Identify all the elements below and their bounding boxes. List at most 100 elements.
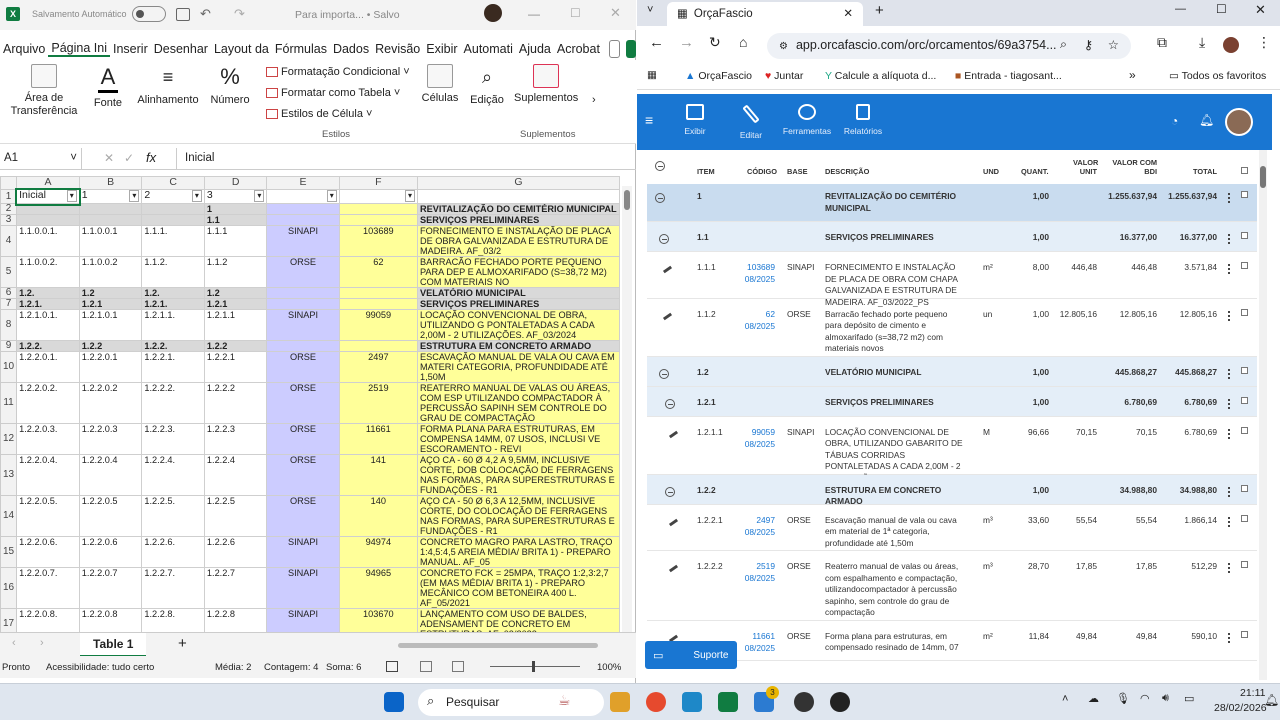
tray-chevron-icon[interactable]: ˄ bbox=[1062, 693, 1068, 705]
spreadsheet-grid[interactable]: A B C D E F G 1 Inicial ▾ 1 ▾ 2 ▾ 3 ▾ ▾ ▾ 2 1 REVITALIZAÇÃO … bbox=[0, 176, 620, 632]
minimize-icon[interactable]: — bbox=[528, 7, 540, 21]
toolbar-editar[interactable]: Editar bbox=[733, 104, 769, 140]
cell-e[interactable] bbox=[266, 203, 340, 215]
cell-d[interactable]: 1.1.1 bbox=[203, 225, 268, 257]
column-header[interactable]: E bbox=[266, 176, 340, 190]
cell-d[interactable]: 1.2.1 bbox=[203, 298, 268, 310]
cell-g[interactable]: VELATÓRIO MUNICIPAL bbox=[416, 287, 620, 299]
cell-c[interactable]: 1.2.2.2. bbox=[141, 382, 205, 424]
more-bookmarks-icon[interactable]: » bbox=[1129, 68, 1136, 82]
tab-ajuda[interactable]: Ajuda bbox=[516, 42, 554, 56]
row-header[interactable]: 1 bbox=[0, 189, 18, 204]
cell-f[interactable]: 94965 bbox=[338, 567, 418, 609]
cell-e[interactable]: ORSE bbox=[266, 423, 340, 455]
cell-c[interactable]: 1.2. bbox=[141, 287, 205, 299]
addins-button[interactable]: Suplementos bbox=[514, 64, 578, 105]
filter-header-cell[interactable]: ▾ bbox=[338, 189, 418, 204]
filter-header-cell[interactable]: 1 ▾ bbox=[78, 189, 143, 204]
tab-layout[interactable]: Layout da bbox=[211, 42, 272, 56]
clock-date[interactable]: 28/02/2026 bbox=[1214, 702, 1267, 714]
close-icon[interactable]: ✕ bbox=[610, 5, 621, 21]
budget-row[interactable]: 1.2.2.2 2519 08/2025 ORSE Reaterro manual de… bbox=[647, 551, 1257, 621]
cell-f[interactable]: 103689 bbox=[338, 225, 418, 257]
filter-dropdown-icon[interactable]: ▾ bbox=[404, 190, 415, 202]
cell-d[interactable]: 1.2.2 bbox=[203, 340, 268, 352]
cell-b[interactable]: 1.2.2.0.2 bbox=[78, 382, 143, 424]
edit-pencil-icon[interactable] bbox=[668, 564, 679, 573]
row-header[interactable]: 2 bbox=[0, 203, 18, 215]
row-menu-kebab-icon[interactable] bbox=[1228, 310, 1230, 321]
row-header[interactable]: 16 bbox=[0, 567, 18, 609]
cell-e[interactable]: ORSE bbox=[266, 351, 340, 383]
site-info-icon[interactable]: ⚙ bbox=[779, 41, 788, 52]
cells-button[interactable]: Células bbox=[418, 64, 462, 105]
back-icon[interactable]: ← bbox=[649, 34, 664, 51]
column-header[interactable]: C bbox=[141, 176, 205, 190]
notifications-icon[interactable]: 🔔︎ bbox=[1264, 693, 1279, 707]
confirm-icon[interactable]: ✓ bbox=[124, 151, 134, 165]
cell-f[interactable]: 99059 bbox=[338, 309, 418, 341]
bookmark-aliquota[interactable]: Y Calcule a alíquota d... bbox=[825, 70, 936, 82]
row-menu-kebab-icon[interactable] bbox=[1228, 368, 1230, 379]
cell-g[interactable]: AÇO CA - 50 Ø 6,3 A 12,5MM, INCLUSIVE CO… bbox=[416, 495, 620, 537]
cell-c[interactable]: 1.1.2. bbox=[141, 256, 205, 288]
battery-icon[interactable]: ▭ bbox=[1184, 692, 1194, 705]
row-menu-kebab-icon[interactable] bbox=[1228, 516, 1230, 527]
cell-d[interactable]: 1.2.2.2 bbox=[203, 382, 268, 424]
sheet-tab-table1[interactable]: Table 1 bbox=[80, 633, 147, 657]
cell-a[interactable]: 1.2.1.0.1. bbox=[16, 309, 80, 341]
cell-d[interactable]: 1.1 bbox=[203, 214, 268, 226]
format-as-table-button[interactable]: Formatar como Tabela ˅ bbox=[266, 87, 400, 99]
row-checkbox[interactable] bbox=[1241, 514, 1248, 522]
filter-header-cell[interactable]: Inicial ▾ bbox=[14, 187, 82, 206]
cell-b[interactable]: 1.2.2.0.5 bbox=[78, 495, 143, 537]
collapse-all-icon[interactable] bbox=[655, 161, 665, 171]
autosave-toggle[interactable] bbox=[132, 6, 166, 22]
cell-a[interactable]: 1.2.2.0.5. bbox=[16, 495, 80, 537]
row-header[interactable]: 17 bbox=[0, 608, 18, 632]
bookmark-juntar[interactable]: ♥ Juntar bbox=[765, 70, 803, 82]
cell-f[interactable]: 103670 bbox=[338, 608, 418, 632]
column-header[interactable]: D bbox=[203, 176, 268, 190]
row-menu-kebab-icon[interactable] bbox=[1228, 632, 1230, 643]
cell-f[interactable]: 2497 bbox=[338, 351, 418, 383]
cell-e[interactable] bbox=[266, 214, 340, 226]
filter-dropdown-icon[interactable]: ▾ bbox=[254, 190, 265, 202]
cell-c[interactable]: 1.2.1. bbox=[141, 298, 205, 310]
select-all-checkbox[interactable] bbox=[1241, 167, 1248, 174]
cell-c[interactable]: 1.2.2.5. bbox=[141, 495, 205, 537]
row-menu-kebab-icon[interactable] bbox=[1228, 563, 1230, 573]
cell-c[interactable]: 1.2.1.1. bbox=[141, 309, 205, 341]
cell-f[interactable]: 140 bbox=[338, 495, 418, 537]
cell-b[interactable]: 1.2.1 bbox=[78, 298, 143, 310]
cell-a[interactable]: 1.2.2.0.7. bbox=[16, 567, 80, 609]
comments-icon[interactable] bbox=[608, 40, 620, 58]
cell-d[interactable]: 1.1.2 bbox=[203, 256, 268, 288]
save-icon[interactable] bbox=[176, 8, 190, 21]
column-header[interactable]: B bbox=[78, 176, 143, 190]
cell-e[interactable]: ORSE bbox=[266, 382, 340, 424]
toolbar-ferramentas[interactable]: Ferramentas bbox=[781, 104, 833, 136]
row-checkbox[interactable] bbox=[1241, 426, 1248, 434]
maximize-icon[interactable]: ☐ bbox=[570, 6, 581, 20]
cell-b[interactable]: 1.2.2.0.6 bbox=[78, 536, 143, 568]
cell-f[interactable] bbox=[338, 340, 418, 352]
row-header[interactable]: 12 bbox=[0, 423, 18, 455]
cell-f[interactable]: 2519 bbox=[338, 382, 418, 424]
edit-pencil-icon[interactable] bbox=[662, 312, 673, 320]
cell-a[interactable]: 1.2.2.0.3. bbox=[16, 423, 80, 455]
cell-g[interactable]: CONCRETO MAGRO PARA LASTRO, TRAÇO 1:4,5:… bbox=[416, 536, 620, 568]
row-checkbox[interactable] bbox=[1241, 630, 1248, 638]
cell-g[interactable]: ESTRUTURA EM CONCRETO ARMADO bbox=[416, 340, 620, 352]
cell-f[interactable]: 11661 bbox=[338, 423, 418, 455]
row-menu-kebab-icon[interactable] bbox=[1228, 234, 1230, 244]
cell-b[interactable]: 1.2.2 bbox=[78, 340, 143, 352]
cell-g[interactable]: ESCAVAÇÃO MANUAL DE VALA OU CAVA EM MATE… bbox=[416, 351, 620, 383]
formula-input[interactable]: Inicial bbox=[176, 148, 636, 170]
cancel-icon[interactable]: ✕ bbox=[104, 151, 114, 165]
minimize-icon[interactable]: — bbox=[1175, 3, 1186, 15]
excel-icon[interactable] bbox=[718, 692, 738, 712]
cell-e[interactable] bbox=[266, 298, 340, 310]
clock-time[interactable]: 21:11 bbox=[1240, 687, 1266, 699]
column-header[interactable]: G bbox=[416, 176, 620, 190]
